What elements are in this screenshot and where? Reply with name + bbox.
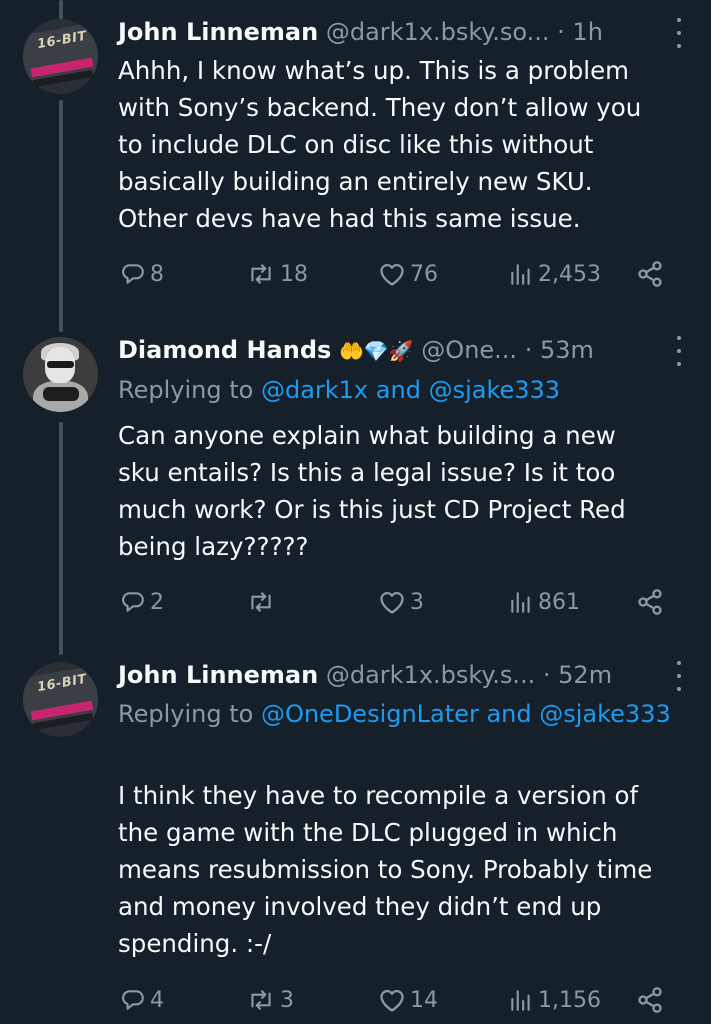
like-button[interactable]: 76 (378, 256, 438, 292)
like-button[interactable]: 14 (378, 982, 438, 1018)
share-icon (638, 589, 662, 615)
share-button[interactable] (636, 256, 664, 292)
reply-button[interactable]: 4 (120, 982, 164, 1018)
tweet-header: John Linneman @dark1x.bsky.so... · 1h (118, 14, 711, 50)
reply-button[interactable]: 8 (120, 256, 164, 292)
mention-link[interactable]: @sjake333 (539, 700, 671, 728)
display-name[interactable]: John Linneman (118, 661, 318, 689)
more-options-icon[interactable] (675, 18, 683, 48)
repost-count: 3 (280, 987, 294, 1013)
action-bar: 2 3 861 (0, 584, 711, 620)
tweet-text: I think they have to recompile a version… (118, 781, 653, 958)
like-button[interactable]: 3 (378, 584, 424, 620)
share-icon (638, 987, 662, 1013)
user-handle[interactable]: @dark1x.bsky.so... (326, 18, 550, 46)
reply-icon (122, 990, 144, 1010)
repost-icon (251, 990, 271, 1010)
views-button[interactable]: 2,453 (508, 256, 601, 292)
replying-to: Replying to @dark1x and @sjake333 (118, 372, 681, 409)
more-options-icon[interactable] (675, 661, 683, 691)
views-button[interactable]: 861 (508, 584, 580, 620)
views-chart-icon (511, 264, 530, 285)
mention-link[interactable]: @dark1x (261, 376, 368, 404)
share-icon (638, 261, 662, 287)
tweet[interactable]: Diamond Hands 🤲💎🚀 @One... · 53m Replying… (0, 320, 711, 640)
heart-icon (380, 591, 404, 614)
hands-shape (43, 387, 79, 401)
tweet-header: Diamond Hands 🤲💎🚀 @One... · 53m (118, 332, 711, 368)
replying-to: Replying to @OneDesignLater and @sjake33… (118, 696, 681, 733)
repost-icon (251, 592, 271, 612)
display-name[interactable]: John Linneman (118, 18, 318, 46)
sunglasses-shape (47, 361, 74, 368)
like-count: 3 (410, 589, 424, 615)
heart-icon (380, 263, 404, 286)
tweet-text: Can anyone explain what building a new s… (118, 421, 626, 561)
heart-icon (380, 989, 404, 1012)
display-name[interactable]: Diamond Hands (118, 336, 331, 364)
repost-button[interactable]: 3 (246, 982, 294, 1018)
and-word: and (375, 376, 421, 404)
and-word: and (486, 700, 532, 728)
avatar[interactable]: 16-BIT (23, 662, 98, 737)
mention-link[interactable]: @sjake333 (429, 376, 561, 404)
separator-dot: · (557, 18, 565, 46)
mention-link[interactable]: @OneDesignLater (261, 700, 479, 728)
reply-button[interactable]: 2 (120, 584, 164, 620)
tweet-header: John Linneman @dark1x.bsky.s... · 52m (118, 657, 711, 693)
more-options-icon[interactable] (675, 336, 683, 366)
reply-count: 4 (150, 987, 164, 1013)
reply-count: 8 (150, 261, 164, 287)
reply-count: 2 (150, 589, 164, 615)
reply-icon (122, 592, 144, 612)
tweet[interactable]: 16-BIT John Linneman @dark1x.bsky.s... ·… (0, 645, 711, 1024)
like-count: 14 (410, 987, 438, 1013)
user-handle[interactable]: @dark1x.bsky.s... (326, 661, 535, 689)
like-count: 76 (410, 261, 438, 287)
tweet-text: Ahhh, I know what’s up. This is a proble… (118, 56, 642, 233)
separator-dot: · (542, 661, 551, 689)
share-button[interactable] (636, 982, 664, 1018)
tweet[interactable]: 16-BIT John Linneman @dark1x.bsky.so... … (0, 0, 711, 300)
view-count: 1,156 (538, 987, 601, 1013)
repost-icon (251, 264, 271, 284)
views-chart-icon (511, 592, 530, 613)
replying-prefix: Replying to (118, 700, 254, 728)
repost-count: 18 (280, 261, 308, 287)
views-chart-icon (511, 990, 530, 1011)
name-emojis: 🤲💎🚀 (338, 339, 414, 363)
action-bar: 8 18 76 2,453 (0, 256, 711, 292)
replying-prefix: Replying to (118, 376, 254, 404)
reply-icon (122, 264, 144, 284)
separator-dot: · (524, 336, 533, 364)
timestamp[interactable]: 52m (558, 661, 612, 689)
timestamp[interactable]: 53m (540, 336, 594, 364)
views-button[interactable]: 1,156 (508, 982, 601, 1018)
view-count: 861 (538, 589, 580, 615)
repost-button[interactable]: 18 (246, 256, 308, 292)
repost-button[interactable] (246, 584, 280, 620)
avatar[interactable]: 16-BIT (23, 19, 98, 94)
user-handle[interactable]: @One... (421, 336, 517, 364)
timestamp[interactable]: 1h (572, 18, 602, 46)
avatar[interactable] (23, 337, 98, 412)
view-count: 2,453 (538, 261, 601, 287)
share-button[interactable] (636, 584, 664, 620)
action-bar: 4 3 14 1,156 (0, 982, 711, 1018)
